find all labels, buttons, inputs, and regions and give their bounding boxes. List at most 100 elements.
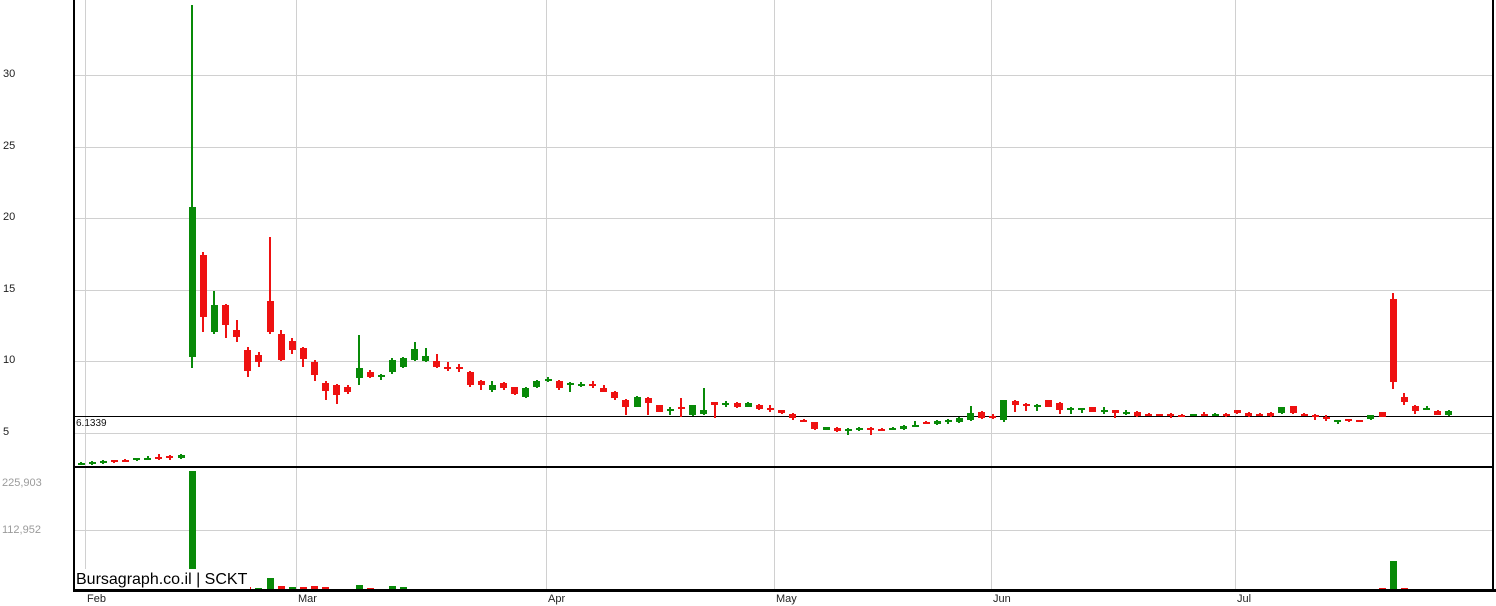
candle-body-up: [1078, 408, 1086, 411]
candle-body-down: [366, 372, 374, 377]
candle-body-up: [1334, 420, 1342, 423]
candle-body-down: [800, 419, 808, 422]
candle-body-up: [1067, 408, 1075, 411]
price-gridline: [75, 75, 1493, 76]
candle-body-down: [444, 366, 452, 369]
candle-body-up: [355, 368, 363, 379]
candle-body-down: [1311, 414, 1319, 417]
month-gridline: [296, 0, 297, 589]
candle-body-down: [1056, 403, 1064, 410]
price-tick-label: 25: [3, 139, 16, 152]
candle-body-down: [555, 381, 563, 389]
candle-body-down: [121, 459, 129, 462]
candle-body-up: [544, 378, 552, 381]
candle-body-down: [511, 387, 519, 394]
candle-body-up: [633, 396, 641, 407]
candle-body-down: [1400, 396, 1408, 403]
left-price-axis-line: [73, 0, 75, 591]
candle-body-down: [466, 371, 474, 386]
candle-body-down: [1022, 403, 1030, 407]
candle-body-up: [744, 403, 752, 407]
candle-body-down: [1289, 406, 1297, 414]
price-gridline: [75, 361, 1493, 362]
candle-body-up: [99, 461, 107, 464]
candle-body-down: [344, 386, 352, 393]
candle-body-down: [233, 329, 241, 337]
candle-body-up: [1000, 400, 1008, 420]
candle-body-up: [133, 458, 141, 461]
candle-body-down: [644, 398, 652, 404]
candle-body-up: [967, 413, 975, 421]
candle-body-down: [1434, 411, 1442, 415]
candle-body-down: [500, 383, 508, 389]
candle-body-down: [1389, 298, 1397, 382]
candle-body-up: [177, 454, 185, 459]
candle-body-down: [867, 428, 875, 431]
month-gridline: [1235, 0, 1236, 589]
candle-body-up: [933, 421, 941, 424]
candle-body-up: [822, 427, 830, 430]
candle-body-down: [1044, 400, 1052, 407]
month-label: Jun: [993, 593, 1011, 605]
candle-body-down: [288, 340, 296, 350]
candle-body-down: [1378, 412, 1386, 417]
candle-body-up: [388, 359, 396, 373]
candle-body-down: [166, 456, 174, 459]
candle-body-up: [889, 428, 897, 431]
candle-body-down: [600, 388, 608, 392]
candle-body-up: [422, 355, 430, 361]
candle-body-up: [399, 358, 407, 367]
month-gridline: [85, 0, 86, 589]
candle-body-up: [1211, 413, 1219, 416]
candle-body-up: [488, 385, 496, 390]
price-tick-label: 30: [3, 68, 16, 80]
candle-body-up: [1033, 404, 1041, 407]
candle-body-down: [1356, 419, 1364, 422]
candle-body-down: [244, 349, 252, 371]
candle-body-down: [922, 421, 930, 424]
candle-body-up: [533, 381, 541, 388]
candle-body-up: [1100, 409, 1108, 412]
right-border-line: [1492, 0, 1494, 591]
candle-body-down: [589, 383, 597, 386]
last-price-line: [75, 416, 1493, 417]
candle-body-down: [733, 403, 741, 408]
candle-body-down: [778, 410, 786, 414]
candle-body-down: [299, 348, 307, 359]
price-tick-label: 5: [3, 425, 10, 438]
candle-body-down: [1145, 413, 1153, 416]
candle-body-up: [1278, 407, 1286, 414]
candle-body-up: [955, 418, 963, 423]
candle-body-down: [1089, 407, 1097, 412]
price-tick-label: 10: [3, 354, 16, 366]
candle-body-down: [1011, 401, 1019, 406]
candle-body-up: [566, 383, 574, 386]
candle-body-down: [1200, 413, 1208, 416]
candle-body-down: [1345, 419, 1353, 422]
month-gridline: [991, 0, 992, 589]
candle-body-down: [477, 381, 485, 386]
volume-gridline: [75, 530, 1493, 531]
candle-body-down: [833, 428, 841, 432]
candle-body-down: [433, 361, 441, 367]
candle-body-down: [611, 391, 619, 399]
bottom-time-axis-line: [73, 589, 1496, 592]
candle-body-up: [577, 383, 585, 386]
volume-tick-label: 225,903: [2, 477, 42, 489]
candle-body-up: [188, 206, 196, 357]
candle-body-up: [855, 428, 863, 431]
candle-body-up: [944, 419, 952, 422]
candle-body-down: [1267, 412, 1275, 416]
last-price-label: 6.1339: [76, 418, 107, 429]
candle-body-down: [266, 300, 274, 333]
month-label: Mar: [298, 593, 317, 605]
candle-body-up: [522, 388, 530, 397]
month-gridline: [546, 0, 547, 589]
month-label: Jul: [1237, 593, 1252, 605]
candle-body-down: [989, 416, 997, 419]
watermark: Bursagraph.co.il | SCKT: [76, 569, 251, 590]
price-gridline: [75, 218, 1493, 219]
candle-body-up: [411, 348, 419, 360]
candle-body-down: [878, 428, 886, 431]
candle-body-down: [789, 413, 797, 419]
